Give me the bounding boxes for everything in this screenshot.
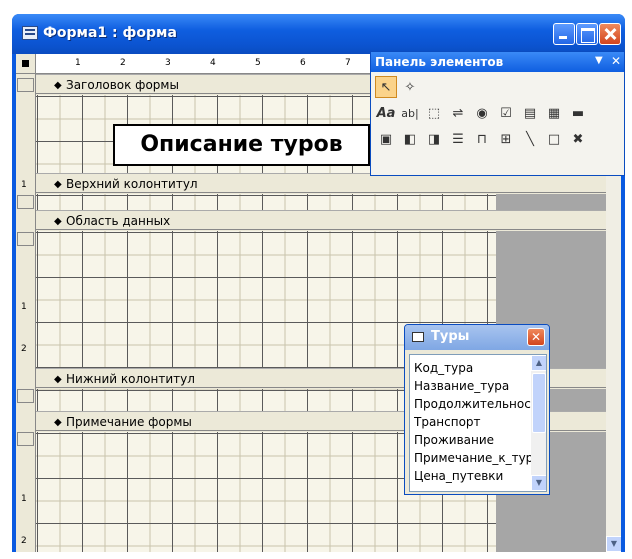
scroll-thumb[interactable]: [532, 373, 546, 433]
section-label: Область данных: [66, 214, 171, 228]
field-list[interactable]: Код_тура Название_тура Продолжительност …: [409, 354, 547, 492]
tab-control-icon[interactable]: ⊓: [471, 128, 493, 150]
section-arrow-icon: ◆: [54, 216, 62, 227]
ruler-number: 2: [21, 536, 27, 546]
field-item[interactable]: Примечание_к_тур: [414, 449, 532, 467]
toolbox-title-bar[interactable]: Панель элементов ▼ ✕: [371, 52, 624, 72]
scroll-down-button[interactable]: ▼: [606, 536, 621, 552]
toggle-button-icon[interactable]: ⇌: [447, 102, 469, 124]
maximize-button[interactable]: [576, 23, 598, 45]
command-button-icon[interactable]: ▬: [567, 102, 589, 124]
title-bar[interactable]: Форма1 : форма: [12, 14, 625, 54]
form-title-label[interactable]: Описание туров: [113, 124, 370, 166]
unbound-object-icon[interactable]: ◧: [399, 128, 421, 150]
field-item[interactable]: Цена_путевки: [414, 467, 532, 485]
page-header-empty: [496, 194, 606, 210]
ruler-number: 2: [120, 58, 126, 68]
textbox-icon[interactable]: ab|: [399, 102, 421, 124]
toolbox-panel: Панель элементов ▼ ✕ ↖ ✧ Aa ab| ⬚ ⇌ ◉ ☑ …: [370, 51, 625, 176]
ruler-number: 2: [21, 344, 27, 354]
field-list-panel: Туры ✕ Код_тура Название_тура Продолжите…: [404, 324, 550, 495]
field-list-close-button[interactable]: ✕: [527, 328, 545, 346]
section-label: Примечание формы: [66, 415, 192, 429]
field-item[interactable]: Транспорт: [414, 413, 532, 431]
toolbox-title: Панель элементов: [375, 55, 504, 69]
ruler-number: 5: [255, 58, 261, 68]
field-item[interactable]: Проживание: [414, 431, 532, 449]
toolbox-body: ↖ ✧ Aa ab| ⬚ ⇌ ◉ ☑ ▤ ▦ ▬ ▣ ◧ ◨ ☰ ⊓ ⊞ ╲ □…: [371, 72, 624, 175]
select-objects-icon[interactable]: ↖: [375, 76, 397, 98]
bound-object-icon[interactable]: ◨: [423, 128, 445, 150]
page-header-grid[interactable]: [36, 194, 496, 210]
window-title: Форма1 : форма: [43, 25, 177, 41]
ruler-number: 6: [300, 58, 306, 68]
field-item[interactable]: Продолжительност: [414, 395, 532, 413]
section-label: Верхний колонтитул: [66, 177, 198, 191]
section-selector[interactable]: [17, 232, 34, 246]
ruler-number: 7: [345, 58, 351, 68]
line-icon[interactable]: ╲: [519, 128, 541, 150]
field-item[interactable]: Название_тура: [414, 377, 532, 395]
form-icon: [22, 26, 38, 40]
ruler-number: 1: [75, 58, 81, 68]
option-group-icon[interactable]: ⬚: [423, 102, 445, 124]
section-arrow-icon: ◆: [54, 179, 62, 190]
subform-icon[interactable]: ⊞: [495, 128, 517, 150]
more-controls-icon[interactable]: ✖: [567, 128, 589, 150]
section-selector[interactable]: [17, 432, 34, 446]
scroll-down-button[interactable]: ▼: [531, 475, 546, 491]
section-label: Нижний колонтитул: [66, 372, 195, 386]
field-list-title-bar[interactable]: Туры ✕: [405, 325, 549, 350]
toolbox-close-icon[interactable]: ✕: [611, 54, 621, 68]
combobox-icon[interactable]: ▤: [519, 102, 541, 124]
ruler-number: 1: [21, 494, 27, 504]
page-break-icon[interactable]: ☰: [447, 128, 469, 150]
close-button[interactable]: [599, 23, 621, 45]
option-button-icon[interactable]: ◉: [471, 102, 493, 124]
toolbox-menu-icon[interactable]: ▼: [595, 55, 603, 66]
section-label: Заголовок формы: [66, 78, 179, 92]
ruler-number: 3: [165, 58, 171, 68]
ruler-number: 4: [210, 58, 216, 68]
field-list-scrollbar[interactable]: ▲ ▼: [531, 355, 546, 491]
listbox-icon[interactable]: ▦: [543, 102, 565, 124]
label-icon[interactable]: Aa: [375, 102, 397, 124]
image-icon[interactable]: ▣: [375, 128, 397, 150]
scroll-up-button[interactable]: ▲: [531, 355, 546, 371]
section-bar-page-header[interactable]: ◆ Верхний колонтитул: [36, 173, 621, 193]
section-selector[interactable]: [17, 195, 34, 209]
vertical-ruler[interactable]: 1 1 2 1 2: [16, 74, 36, 552]
minimize-button[interactable]: [553, 23, 575, 45]
section-arrow-icon: ◆: [54, 417, 62, 428]
section-selector[interactable]: [17, 389, 34, 403]
ruler-number: 1: [21, 302, 27, 312]
section-selector[interactable]: [17, 78, 34, 92]
control-wizards-icon[interactable]: ✧: [399, 76, 421, 98]
table-icon: [412, 332, 424, 342]
rectangle-icon[interactable]: □: [543, 128, 565, 150]
section-arrow-icon: ◆: [54, 374, 62, 385]
field-item[interactable]: Код_тура: [414, 359, 532, 377]
field-list-title: Туры: [431, 329, 470, 344]
form-selector[interactable]: [16, 54, 36, 74]
checkbox-icon[interactable]: ☑: [495, 102, 517, 124]
ruler-number: 1: [21, 180, 27, 190]
section-arrow-icon: ◆: [54, 80, 62, 91]
section-bar-detail[interactable]: ◆ Область данных: [36, 210, 621, 230]
